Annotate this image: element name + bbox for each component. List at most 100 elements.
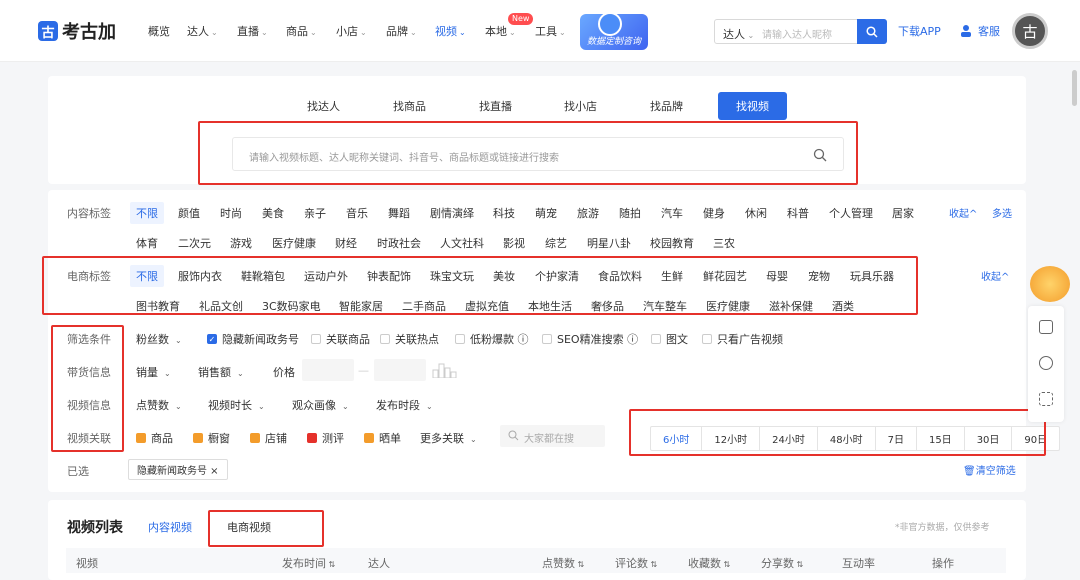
multi-select-button[interactable]: 多选 bbox=[992, 205, 1012, 220]
avatar[interactable]: 古 bbox=[1012, 13, 1048, 49]
ecom-tag[interactable]: 服饰内衣 bbox=[178, 268, 222, 284]
tab-find-live[interactable]: 找直播 bbox=[479, 98, 512, 114]
talent-search-input[interactable]: 请输入达人昵称 bbox=[762, 26, 832, 41]
tab-find-goods[interactable]: 找商品 bbox=[393, 98, 426, 114]
sales-volume-dropdown[interactable]: 销量 ⌄ bbox=[136, 364, 171, 380]
relate-option[interactable]: 橱窗 bbox=[193, 430, 230, 446]
content-tag[interactable]: 影视 bbox=[503, 235, 525, 251]
ecom-tag[interactable]: 智能家居 bbox=[339, 298, 383, 314]
likes-dropdown[interactable]: 点赞数 ⌄ bbox=[136, 397, 182, 413]
ecom-tag[interactable]: 宠物 bbox=[808, 268, 830, 284]
ecom-tag[interactable]: 钟表配饰 bbox=[367, 268, 411, 284]
content-tag[interactable]: 剧情演绎 bbox=[430, 205, 474, 221]
ecom-tag[interactable]: 美妆 bbox=[493, 268, 515, 284]
content-tag[interactable]: 综艺 bbox=[545, 235, 567, 251]
col-likes[interactable]: 点赞数 ⇅ bbox=[542, 555, 584, 571]
tab-find-brand[interactable]: 找品牌 bbox=[650, 98, 683, 114]
filter-checkbox[interactable]: 只看广告视频 bbox=[702, 331, 783, 347]
scrollbar[interactable] bbox=[1072, 70, 1077, 106]
content-tag[interactable]: 舞蹈 bbox=[388, 205, 410, 221]
ecom-tag[interactable]: 玩具乐器 bbox=[850, 268, 894, 284]
content-tag[interactable]: 医疗健康 bbox=[272, 235, 316, 251]
time-range-option[interactable]: 24小时 bbox=[760, 427, 818, 450]
publish-time-dropdown[interactable]: 发布时段 ⌄ bbox=[376, 397, 433, 413]
ecom-tag[interactable]: 医疗健康 bbox=[706, 298, 750, 314]
customer-service-link[interactable]: 客服 bbox=[960, 23, 1000, 39]
content-tag[interactable]: 健身 bbox=[703, 205, 725, 221]
content-tag[interactable]: 人文社科 bbox=[440, 235, 484, 251]
content-tag[interactable]: 时尚 bbox=[220, 205, 242, 221]
sales-amount-dropdown[interactable]: 销售额 ⌄ bbox=[198, 364, 244, 380]
time-range-option[interactable]: 48小时 bbox=[818, 427, 876, 450]
filter-checkbox[interactable]: 图文 bbox=[651, 331, 688, 347]
content-tag[interactable]: 萌宠 bbox=[535, 205, 557, 221]
content-tag[interactable]: 个人管理 bbox=[829, 205, 873, 221]
ecom-tag[interactable]: 母婴 bbox=[766, 268, 788, 284]
ecom-tag[interactable]: 二手商品 bbox=[402, 298, 446, 314]
content-tag[interactable]: 旅游 bbox=[577, 205, 599, 221]
content-tag[interactable]: 居家 bbox=[892, 205, 914, 221]
price-max-input[interactable] bbox=[374, 359, 426, 381]
content-tag[interactable]: 三农 bbox=[713, 235, 735, 251]
chart-icon[interactable] bbox=[1039, 320, 1053, 334]
data-custom-promo[interactable]: 数据定制咨询 bbox=[580, 12, 648, 50]
qrcode-icon[interactable] bbox=[1039, 392, 1053, 406]
ecom-tag[interactable]: 鞋靴箱包 bbox=[241, 268, 285, 284]
ecom-tag[interactable]: 生鲜 bbox=[661, 268, 683, 284]
time-range-option[interactable]: 90日 bbox=[1012, 427, 1059, 450]
fans-dropdown[interactable]: 粉丝数 ⌄ bbox=[136, 331, 182, 347]
content-tag[interactable]: 美食 bbox=[262, 205, 284, 221]
filter-checkbox[interactable]: 低粉爆款 ⓘ bbox=[455, 331, 529, 347]
relate-option[interactable]: 晒单 bbox=[364, 430, 401, 446]
nav-item-shop[interactable]: 小店 ⌄ bbox=[336, 23, 367, 39]
col-favorites[interactable]: 收藏数 ⇅ bbox=[688, 555, 730, 571]
headset-icon[interactable] bbox=[1039, 356, 1053, 370]
brand-logo[interactable]: 古 考古加 bbox=[38, 18, 116, 44]
ecom-tag[interactable]: 虚拟充值 bbox=[465, 298, 509, 314]
content-tag[interactable]: 音乐 bbox=[346, 205, 368, 221]
ecom-tag[interactable]: 个护家清 bbox=[535, 268, 579, 284]
hot-search-input[interactable]: 大家都在搜 bbox=[500, 425, 605, 447]
col-comments[interactable]: 评论数 ⇅ bbox=[615, 555, 657, 571]
duration-dropdown[interactable]: 视频时长 ⌄ bbox=[208, 397, 265, 413]
ecom-tag[interactable]: 礼品文创 bbox=[199, 298, 243, 314]
ecom-tag[interactable]: 奢侈品 bbox=[591, 298, 624, 314]
more-relate-dropdown[interactable]: 更多关联 ⌄ bbox=[420, 430, 477, 446]
time-range-option[interactable]: 30日 bbox=[965, 427, 1013, 450]
tab-find-video[interactable]: 找视频 bbox=[718, 92, 787, 120]
relate-option[interactable]: 测评 bbox=[307, 430, 344, 446]
selected-chip[interactable]: 隐藏新闻政务号 × bbox=[128, 459, 228, 480]
content-tag[interactable]: 亲子 bbox=[304, 205, 326, 221]
ecom-tag[interactable]: 滋补保健 bbox=[769, 298, 813, 314]
content-tag[interactable]: 科技 bbox=[493, 205, 515, 221]
search-icon[interactable] bbox=[813, 148, 827, 162]
nav-item-overview[interactable]: 概览 bbox=[148, 23, 170, 39]
nav-item-goods[interactable]: 商品 ⌄ bbox=[286, 23, 317, 39]
content-tag[interactable]: 二次元 bbox=[178, 235, 211, 251]
nav-item-tools[interactable]: 工具 ⌄ bbox=[535, 23, 566, 39]
ecom-tag[interactable]: 鲜花园艺 bbox=[703, 268, 747, 284]
nav-item-video[interactable]: 视频 ⌄ bbox=[435, 23, 466, 39]
price-min-input[interactable] bbox=[302, 359, 354, 381]
relate-option[interactable]: 店铺 bbox=[250, 430, 287, 446]
content-tag[interactable]: 不限 bbox=[130, 202, 164, 224]
nav-item-local[interactable]: 本地 ⌄ bbox=[485, 23, 516, 39]
ecom-tag[interactable]: 汽车整车 bbox=[643, 298, 687, 314]
content-tag[interactable]: 明星八卦 bbox=[587, 235, 631, 251]
filter-checkbox[interactable]: ✓ 隐藏新闻政务号 bbox=[207, 331, 299, 347]
time-range-option[interactable]: 7日 bbox=[876, 427, 917, 450]
ecom-tag[interactable]: 不限 bbox=[130, 265, 164, 287]
content-tag[interactable]: 时政社会 bbox=[377, 235, 421, 251]
content-tag[interactable]: 体育 bbox=[136, 235, 158, 251]
time-range-option[interactable]: 15日 bbox=[917, 427, 965, 450]
content-tag[interactable]: 颜值 bbox=[178, 205, 200, 221]
collapse-ecom-tags[interactable]: 收起^ bbox=[981, 268, 1009, 283]
col-shares[interactable]: 分享数 ⇅ bbox=[761, 555, 803, 571]
filter-checkbox[interactable]: 关联热点 bbox=[380, 331, 439, 347]
floating-promo-icon[interactable] bbox=[1030, 266, 1070, 302]
filter-checkbox[interactable]: 关联商品 bbox=[311, 331, 370, 347]
download-app-link[interactable]: 下载APP bbox=[898, 23, 941, 39]
ecom-tag[interactable]: 3C数码家电 bbox=[262, 298, 321, 314]
content-tag[interactable]: 游戏 bbox=[230, 235, 252, 251]
search-button[interactable] bbox=[857, 19, 887, 44]
